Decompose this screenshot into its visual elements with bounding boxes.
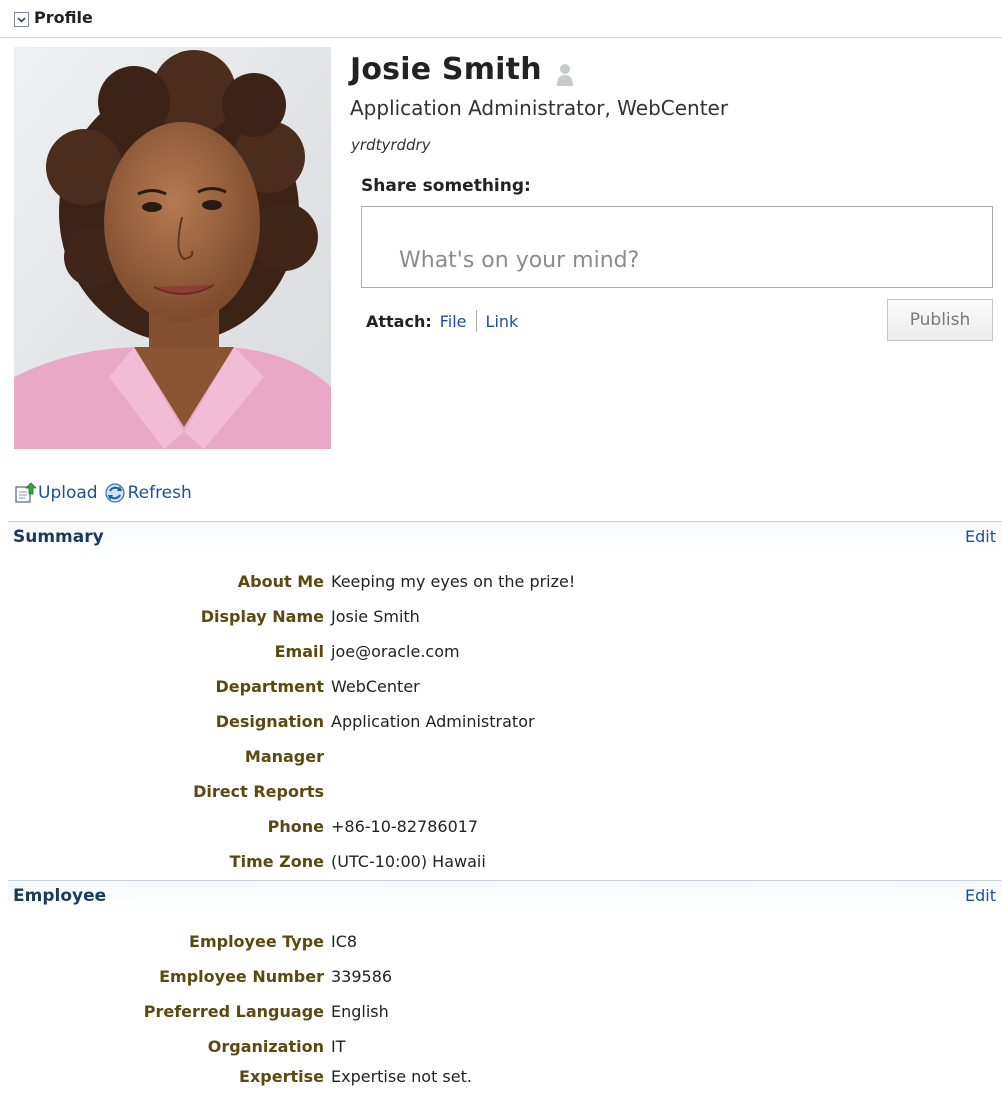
field-label: Designation xyxy=(215,712,324,731)
summary-row-time-zone: Time Zone (UTC-10:00) Hawaii xyxy=(0,848,1002,878)
publish-button[interactable]: Publish xyxy=(887,299,993,341)
field-label: Organization xyxy=(207,1037,324,1056)
field-value: IC8 xyxy=(331,932,358,951)
panel-title: Profile xyxy=(34,8,93,27)
field-label: Employee Number xyxy=(159,967,324,986)
field-label: Email xyxy=(274,642,324,661)
presence-icon xyxy=(557,64,573,86)
attach-link-link[interactable]: Link xyxy=(486,312,519,331)
collapse-toggle[interactable] xyxy=(14,12,29,27)
summary-row-about-me: About Me Keeping my eyes on the prize! xyxy=(0,568,1002,598)
field-value: Josie Smith xyxy=(331,607,420,626)
upload-icon xyxy=(15,482,36,503)
share-label: Share something: xyxy=(361,176,531,196)
field-label: Phone xyxy=(267,817,324,836)
employee-row-number: Employee Number 339586 xyxy=(0,963,1002,993)
summary-row-direct-reports: Direct Reports xyxy=(0,778,1002,808)
field-value: 339586 xyxy=(331,967,393,986)
field-value: Expertise not set. xyxy=(331,1067,472,1086)
status-message: yrdtyrddry xyxy=(351,136,431,154)
employee-title: Employee xyxy=(13,886,107,906)
field-label: About Me xyxy=(237,572,324,591)
field-label: Employee Type xyxy=(189,932,324,951)
employee-section-header: Employee Edit xyxy=(8,880,1002,908)
attach-file-link[interactable]: File xyxy=(440,312,467,331)
field-value: +86-10-82786017 xyxy=(331,817,479,836)
employee-row-language: Preferred Language English xyxy=(0,998,1002,1028)
summary-row-phone: Phone +86-10-82786017 xyxy=(0,813,1002,843)
field-label: Department xyxy=(215,677,324,696)
person-name[interactable]: Josie Smith xyxy=(350,52,542,87)
refresh-button[interactable]: Refresh xyxy=(104,482,192,504)
attach-divider xyxy=(475,310,477,332)
summary-row-email: Email joe@oracle.com xyxy=(0,638,1002,668)
field-value: English xyxy=(331,1002,389,1021)
attach-row: Attach: File Link xyxy=(366,310,518,332)
field-label: Expertise xyxy=(239,1067,324,1086)
photo-toolbar: Upload Refresh xyxy=(14,480,198,506)
attach-label: Attach: xyxy=(366,311,432,331)
summary-edit-link[interactable]: Edit xyxy=(965,527,996,546)
job-title: Application Administrator, WebCenter xyxy=(350,96,729,120)
profile-panel: Profile Josie Smith Application Administ… xyxy=(0,0,1002,1093)
field-label: Preferred Language xyxy=(143,1002,324,1021)
upload-label: Upload xyxy=(38,483,98,503)
field-value: WebCenter xyxy=(331,677,420,696)
field-value: joe@oracle.com xyxy=(331,642,460,661)
employee-row-expertise: Expertise Expertise not set. xyxy=(0,1063,1002,1093)
field-label: Manager xyxy=(244,747,324,766)
employee-row-type: Employee Type IC8 xyxy=(0,928,1002,958)
field-label: Display Name xyxy=(200,607,324,626)
summary-section-header: Summary Edit xyxy=(8,521,1002,549)
summary-row-designation: Designation Application Administrator xyxy=(0,708,1002,738)
profile-photo xyxy=(14,47,331,449)
summary-row-manager: Manager xyxy=(0,743,1002,773)
summary-row-department: Department WebCenter xyxy=(0,673,1002,703)
upload-button[interactable]: Upload xyxy=(14,482,98,504)
refresh-icon xyxy=(104,483,125,503)
field-value: IT xyxy=(331,1037,346,1056)
field-value: Keeping my eyes on the prize! xyxy=(331,572,576,591)
refresh-label: Refresh xyxy=(127,483,192,503)
chevron-down-icon xyxy=(17,17,26,23)
employee-edit-link[interactable]: Edit xyxy=(965,886,996,905)
field-value: (UTC-10:00) Hawaii xyxy=(331,852,486,871)
field-label: Direct Reports xyxy=(193,782,324,801)
field-label: Time Zone xyxy=(229,852,324,871)
share-input[interactable] xyxy=(361,206,993,288)
field-value: Application Administrator xyxy=(331,712,535,731)
profile-photo-image xyxy=(14,47,331,449)
summary-row-display-name: Display Name Josie Smith xyxy=(0,603,1002,633)
summary-title: Summary xyxy=(13,527,104,547)
employee-row-organization: Organization IT xyxy=(0,1033,1002,1063)
panel-header: Profile xyxy=(0,0,1002,38)
